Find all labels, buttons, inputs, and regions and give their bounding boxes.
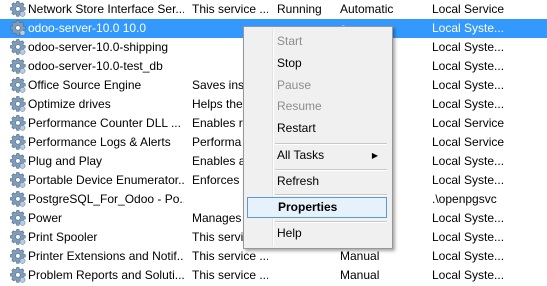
- service-row[interactable]: Problem Reports and Soluti... This servic…: [0, 266, 547, 285]
- gear-icon: [10, 267, 26, 284]
- service-name: odoo-server-10.0 10.0: [28, 21, 147, 35]
- service-name: Office Source Engine: [28, 78, 142, 92]
- menu-item-refresh-label: Refresh: [277, 174, 320, 188]
- service-log-on-as: Local Syste...: [432, 40, 505, 54]
- service-name: Performance Logs & Alerts: [28, 135, 171, 149]
- menu-item-help-label: Help: [277, 226, 302, 240]
- gear-icon: [10, 39, 26, 56]
- service-row[interactable]: Printer Extensions and Notif... This serv…: [0, 247, 547, 266]
- service-description: This service ...: [192, 2, 268, 16]
- service-log-on-as: Local Syste...: [432, 78, 505, 92]
- service-status: [277, 247, 333, 266]
- service-log-on-as: Local Service: [432, 2, 505, 16]
- menu-item-stop[interactable]: Stop: [246, 53, 388, 74]
- service-log-on-as: Local Service: [432, 116, 505, 130]
- menu-item-all-tasks[interactable]: All Tasks ▶: [246, 145, 388, 166]
- menu-item-stop-label: Stop: [277, 56, 302, 70]
- service-startup-type: Automatic: [340, 2, 394, 16]
- gear-icon: [10, 20, 26, 37]
- service-description: This service ...: [192, 249, 268, 263]
- service-log-on-as: Local Syste...: [432, 59, 505, 73]
- gear-icon: [10, 172, 26, 189]
- gear-icon: [10, 115, 26, 132]
- gear-icon: [10, 1, 26, 18]
- service-context-menu: Start Stop Pause Resume Restart All Task…: [243, 26, 393, 249]
- service-name: Network Store Interface Ser...: [28, 2, 184, 16]
- gear-icon: [10, 248, 26, 265]
- service-startup-type: Manual: [340, 249, 380, 263]
- gear-icon: [10, 191, 26, 208]
- menu-item-restart-label: Restart: [277, 121, 316, 135]
- service-log-on-as: Local Syste...: [432, 97, 505, 111]
- service-name: Optimize drives: [28, 97, 111, 111]
- gear-icon: [10, 96, 26, 113]
- menu-item-resume-label: Resume: [277, 99, 322, 113]
- gear-icon: [10, 229, 26, 246]
- menu-item-start[interactable]: Start: [246, 31, 388, 52]
- service-description: This service ...: [192, 268, 268, 282]
- service-row[interactable]: Network Store Interface Ser... This servi…: [0, 0, 547, 19]
- service-name: Plug and Play: [28, 154, 103, 168]
- service-log-on-as: Local Service: [432, 135, 505, 149]
- menu-item-start-label: Start: [277, 34, 303, 48]
- service-log-on-as: Local Syste...: [432, 249, 505, 263]
- gear-icon: [10, 58, 26, 75]
- service-startup-type: Manual: [340, 268, 380, 282]
- service-log-on-as: Local Syste...: [432, 211, 505, 225]
- service-log-on-as: Local Syste...: [432, 154, 505, 168]
- service-log-on-as: .\openpgsvc: [432, 192, 497, 206]
- service-name: PostgreSQL_For_Odoo - Po...: [28, 192, 184, 206]
- menu-item-properties-label: Properties: [278, 200, 338, 214]
- gear-icon: [10, 77, 26, 94]
- menu-item-resume[interactable]: Resume: [246, 96, 388, 117]
- service-name: odoo-server-10.0-test_db: [28, 59, 163, 73]
- service-status: Running: [277, 2, 322, 16]
- service-log-on-as: Local Syste...: [432, 268, 505, 282]
- menu-item-restart[interactable]: Restart: [246, 118, 388, 139]
- service-name: odoo-server-10.0-shipping: [28, 40, 169, 54]
- service-name: Power: [28, 211, 63, 225]
- service-name: Problem Reports and Soluti...: [28, 268, 184, 282]
- service-name: Printer Extensions and Notif...: [28, 249, 184, 263]
- menu-separator: [275, 194, 387, 196]
- gear-icon: [10, 210, 26, 227]
- menu-item-pause-label: Pause: [277, 78, 312, 92]
- service-log-on-as: Local Syste...: [432, 230, 505, 244]
- menu-item-properties[interactable]: Properties: [247, 197, 387, 218]
- service-name: Print Spooler: [28, 230, 98, 244]
- gear-icon: [10, 134, 26, 151]
- service-log-on-as: Local Syste...: [432, 173, 505, 187]
- service-name: Portable Device Enumerator...: [28, 173, 184, 187]
- service-name: Performance Counter DLL ...: [28, 116, 181, 130]
- service-status: [277, 266, 333, 285]
- submenu-arrow-icon: ▶: [371, 151, 378, 160]
- service-log-on-as: Local Syste...: [432, 21, 505, 35]
- menu-item-refresh[interactable]: Refresh: [246, 171, 388, 192]
- menu-item-pause[interactable]: Pause: [246, 75, 388, 96]
- menu-item-all-tasks-label: All Tasks: [277, 148, 325, 162]
- menu-item-help[interactable]: Help: [246, 223, 388, 244]
- gear-icon: [10, 153, 26, 170]
